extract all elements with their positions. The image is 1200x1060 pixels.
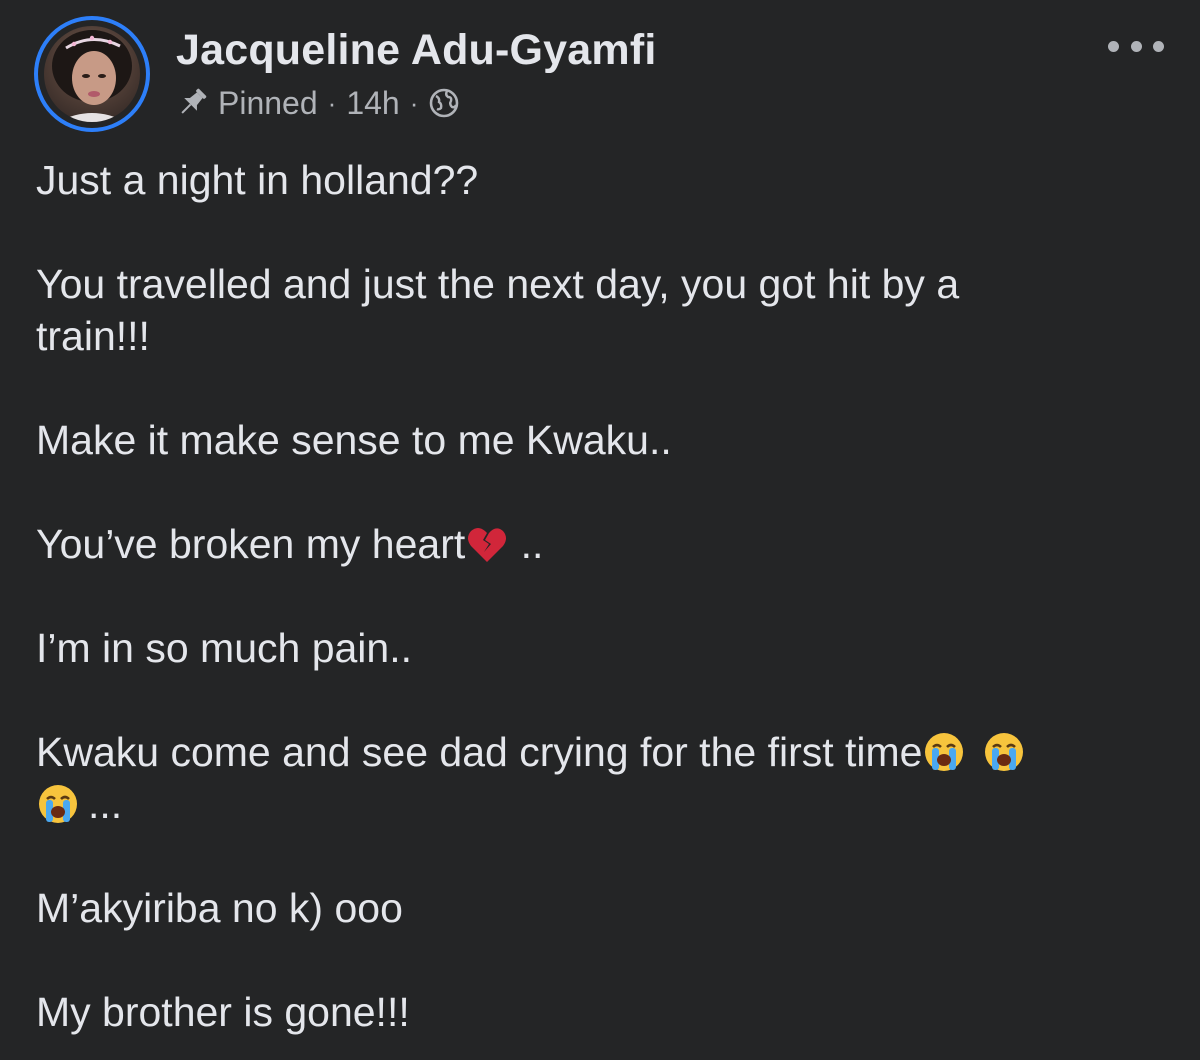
post-paragraph: Make it make sense to me Kwaku..: [36, 417, 672, 463]
avatar-story-ring[interactable]: [34, 16, 150, 132]
loudly-crying-emoji-icon: [36, 782, 80, 826]
pinned-label: Pinned: [218, 84, 318, 121]
post-paragraph: My brother is gone!!!: [36, 989, 410, 1035]
post-paragraph: ...: [36, 778, 1166, 830]
post-paragraph: Just a night in holland??: [36, 157, 479, 203]
post-time[interactable]: 14h: [346, 85, 399, 122]
post-paragraph: You’ve broken my heart ..: [36, 518, 1166, 570]
post-paragraph: You travelled and just the next day, you…: [36, 261, 960, 307]
loudly-crying-emoji-icon: [982, 730, 1026, 774]
post-paragraph-text: ..: [509, 521, 544, 567]
post-paragraph: Kwaku come and see dad crying for the fi…: [36, 726, 1166, 778]
avatar[interactable]: [44, 26, 140, 122]
post-header: Jacqueline Adu-Gyamfi Pinned · 14h ·: [0, 0, 1200, 140]
meta-separator: ·: [409, 87, 419, 118]
meta-separator: ·: [327, 87, 337, 118]
ellipsis-icon: [1108, 40, 1119, 52]
post-paragraph-text: You’ve broken my heart: [36, 521, 466, 567]
globe-icon[interactable]: [428, 87, 460, 119]
post-text: Just a night in holland?? You travelled …: [36, 154, 1166, 1038]
post-paragraph: I’m in so much pain..: [36, 625, 412, 671]
author-name[interactable]: Jacqueline Adu-Gyamfi: [176, 26, 657, 75]
post-meta: Pinned · 14h ·: [174, 84, 460, 122]
post-paragraph-text: ...: [88, 781, 123, 827]
post-paragraph-text: Kwaku come and see dad crying for the fi…: [36, 729, 923, 775]
loudly-crying-emoji-icon: [922, 730, 966, 774]
profile-photo-icon: [52, 30, 132, 122]
post-paragraph: M’akyiriba no k) ooo: [36, 885, 403, 931]
ellipsis-icon: [1153, 40, 1164, 52]
ellipsis-icon: [1130, 40, 1142, 52]
post-paragraph: train!!!: [36, 313, 150, 359]
more-options-button[interactable]: [1108, 30, 1164, 62]
pin-icon: [174, 86, 210, 120]
broken-heart-emoji-icon: [465, 522, 509, 566]
